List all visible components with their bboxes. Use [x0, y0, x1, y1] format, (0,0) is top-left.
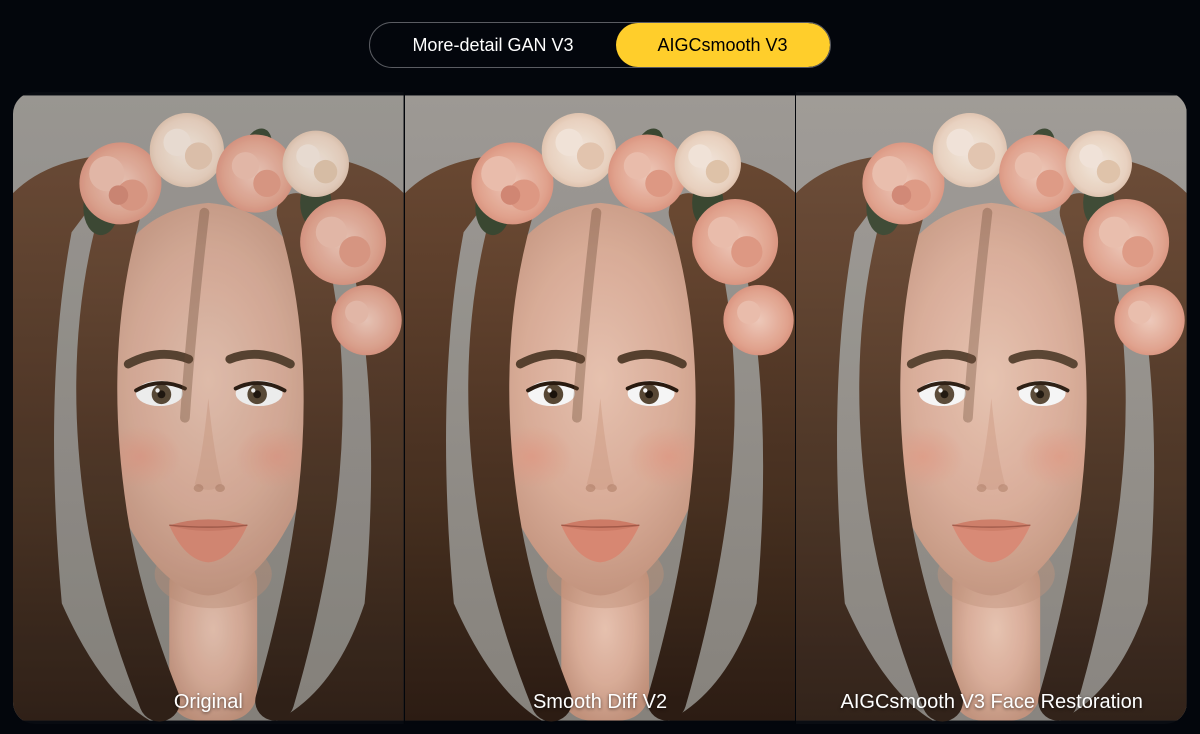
caption-aigcsmooth-v3: AIGCsmooth V3 Face Restoration — [796, 691, 1187, 714]
panel-smooth-diff-v2: Smooth Diff V2 — [404, 92, 796, 724]
model-tabs: More-detail GAN V3 AIGCsmooth V3 — [369, 22, 830, 68]
tab-aigcsmooth-v3[interactable]: AIGCsmooth V3 — [616, 23, 830, 67]
portrait-image-smooth-v2 — [405, 92, 796, 724]
comparison-gallery: Original Smooth Diff V2 AIGCsmooth V3 Fa… — [13, 92, 1187, 724]
panel-original: Original — [13, 92, 404, 724]
tab-more-detail-gan-v3[interactable]: More-detail GAN V3 — [370, 23, 615, 67]
portrait-image-aigc-v3 — [796, 92, 1187, 724]
panel-aigcsmooth-v3: AIGCsmooth V3 Face Restoration — [795, 92, 1187, 724]
portrait-image-original — [13, 92, 404, 724]
app-root: More-detail GAN V3 AIGCsmooth V3 — [0, 0, 1200, 734]
caption-original: Original — [13, 691, 404, 714]
caption-smooth-diff-v2: Smooth Diff V2 — [405, 691, 796, 714]
